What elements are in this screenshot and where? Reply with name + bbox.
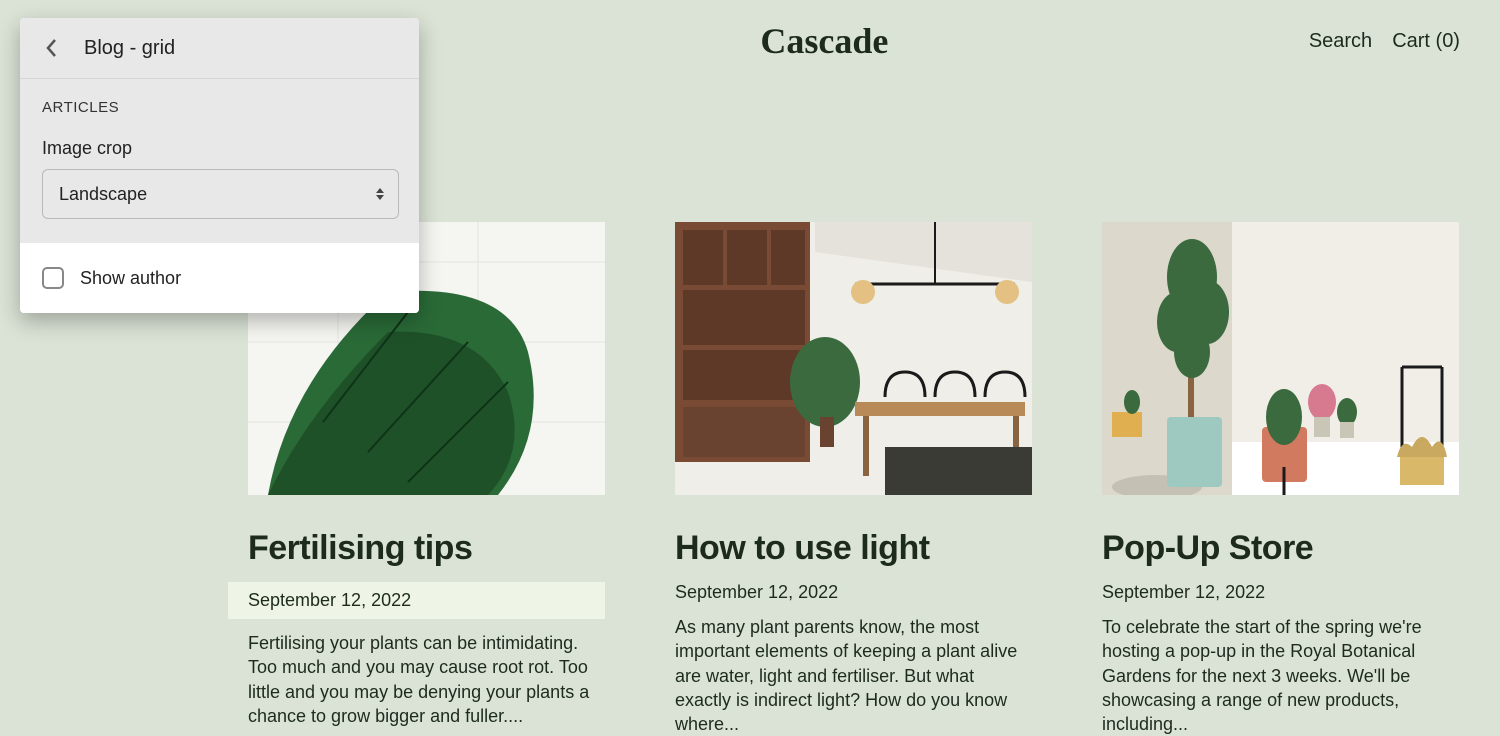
select-value: Landscape [59,184,147,205]
settings-panel: Blog - grid ARTICLES Image crop Landscap… [20,18,419,313]
image-crop-select[interactable]: Landscape [42,169,399,219]
article-excerpt: Fertilising your plants can be intimidat… [248,631,605,728]
article-image[interactable] [1102,222,1459,495]
show-author-label: Show author [80,268,181,289]
cart-link[interactable]: Cart (0) [1392,30,1460,53]
article-image[interactable] [675,222,1032,495]
panel-section-articles: ARTICLES Image crop Landscape [20,79,419,243]
search-link[interactable]: Search [1309,30,1372,53]
article-date: September 12, 2022 [1102,582,1459,603]
article-card[interactable]: Pop-Up Store September 12, 2022 To celeb… [1102,222,1459,736]
article-title[interactable]: How to use light [675,529,1032,568]
image-crop-label: Image crop [42,138,397,159]
article-date: September 12, 2022 [228,582,605,619]
panel-header: Blog - grid [20,18,419,79]
article-title[interactable]: Pop-Up Store [1102,529,1459,568]
article-excerpt: To celebrate the start of the spring we'… [1102,615,1459,736]
chevron-left-icon [45,38,59,58]
brand-logo[interactable]: Cascade [760,20,888,62]
show-author-row[interactable]: Show author [20,243,419,313]
article-excerpt: As many plant parents know, the most imp… [675,615,1032,736]
article-date: September 12, 2022 [675,582,1032,603]
panel-title: Blog - grid [84,37,175,60]
section-heading: ARTICLES [42,99,397,116]
article-card[interactable]: How to use light September 12, 2022 As m… [675,222,1032,736]
header-right: Search Cart (0) [1309,30,1460,53]
select-caret-icon [376,188,384,200]
show-author-checkbox[interactable] [42,267,64,289]
article-title[interactable]: Fertilising tips [248,529,605,568]
back-button[interactable] [40,36,64,60]
interior-illustration [675,222,1032,495]
popup-illustration [1102,222,1459,495]
